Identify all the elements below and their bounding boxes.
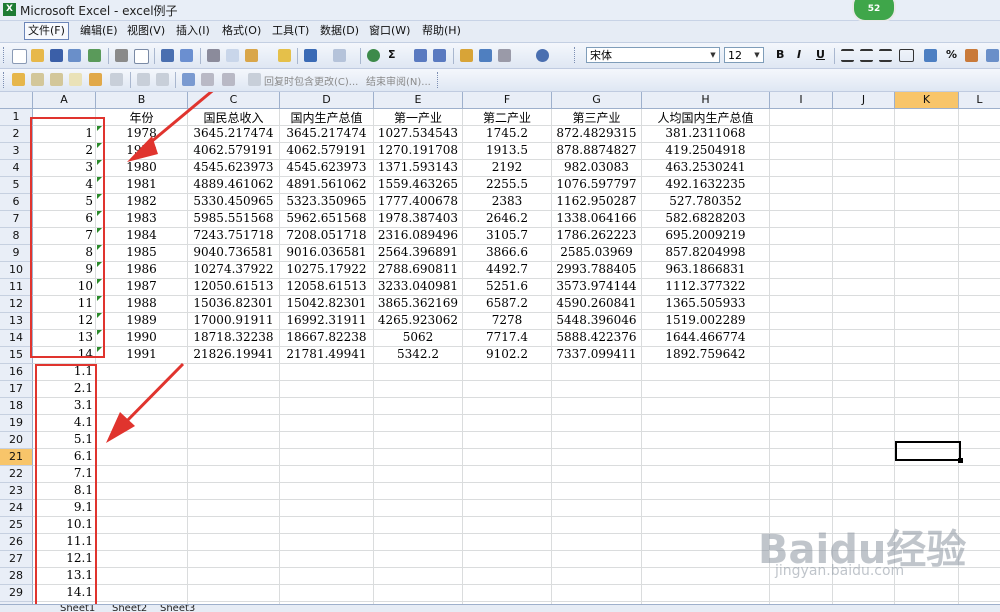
new-icon[interactable] <box>12 49 27 64</box>
excel-app-icon[interactable]: X <box>3 3 16 16</box>
toolbar-grip[interactable] <box>3 72 7 88</box>
italic-button[interactable]: I <box>797 48 801 61</box>
comma-style-icon[interactable] <box>965 49 978 62</box>
next-comment-icon[interactable] <box>50 73 63 86</box>
autosum-icon[interactable]: Σ <box>388 48 396 61</box>
separator <box>453 48 454 64</box>
separator <box>108 48 109 64</box>
research-icon[interactable] <box>180 49 193 62</box>
standard-toolbar: Σ 宋体 ▼ 12 ▼ B I U % <box>0 43 1000 69</box>
print-preview-icon[interactable] <box>134 49 149 64</box>
title-bar: X Microsoft Excel - excel例子 52 <box>0 0 1000 22</box>
spelling-icon[interactable] <box>161 49 174 62</box>
separator <box>175 72 176 88</box>
menu-file[interactable]: 文件(F) <box>24 22 69 40</box>
reply-with-changes-icon[interactable] <box>248 73 261 86</box>
reviewing-toolbar: 回复时包含更改(C)... 结束审阅(N)... <box>0 69 1000 92</box>
menu-edit[interactable]: 编辑(E) <box>77 23 121 39</box>
align-center-icon[interactable] <box>860 49 873 62</box>
percent-button[interactable]: % <box>946 48 957 61</box>
print-icon[interactable] <box>115 49 128 62</box>
new-comment-icon[interactable] <box>12 73 25 86</box>
show-all-comments-icon[interactable] <box>89 73 102 86</box>
menu-data[interactable]: 数据(D) <box>317 23 362 39</box>
separator <box>130 72 131 88</box>
window-title: Microsoft Excel - excel例子 <box>20 4 178 18</box>
separator <box>834 48 835 64</box>
separator <box>297 48 298 64</box>
chevron-down-icon[interactable]: ▼ <box>708 49 718 61</box>
help-icon[interactable] <box>536 49 549 62</box>
align-left-icon[interactable] <box>841 49 854 62</box>
send-icon[interactable] <box>201 73 214 86</box>
increase-decimal-icon[interactable] <box>986 49 999 62</box>
bold-button[interactable]: B <box>776 48 784 61</box>
redo-icon[interactable] <box>333 49 346 62</box>
menu-help[interactable]: 帮助(H) <box>419 23 464 39</box>
mail-recipient-icon[interactable] <box>182 73 195 86</box>
menu-view[interactable]: 视图(V) <box>124 23 168 39</box>
arrow-upper-line <box>144 92 214 149</box>
accept-change-icon[interactable] <box>156 73 169 86</box>
menu-format[interactable]: 格式(O) <box>219 23 264 39</box>
drawing-icon[interactable] <box>479 49 492 62</box>
format-painter-icon[interactable] <box>278 49 291 62</box>
worksheet-grid[interactable]: A B C D E F G H I J K L 1 2 3 4 5 6 7 8 9 10 11 12 1… <box>0 92 1000 604</box>
paste-icon[interactable] <box>245 49 258 62</box>
delete-comment-icon[interactable] <box>110 73 123 86</box>
chevron-down-icon[interactable]: ▼ <box>752 49 762 61</box>
separator <box>154 48 155 64</box>
menu-tools[interactable]: 工具(T) <box>269 23 312 39</box>
sort-ascending-icon[interactable] <box>414 49 427 62</box>
menu-bar: 文件(F) 编辑(E) 视图(V) 插入(I) 格式(O) 工具(T) 数据(D… <box>0 21 1000 43</box>
cut-icon[interactable] <box>207 49 220 62</box>
undo-icon[interactable] <box>304 49 317 62</box>
separator <box>200 48 201 64</box>
copy-icon[interactable] <box>226 49 239 62</box>
font-name-value: 宋体 <box>590 49 612 62</box>
notification-badge[interactable]: 52 <box>852 0 896 22</box>
hyperlink-icon[interactable] <box>367 49 380 62</box>
zoom-icon[interactable] <box>498 49 511 62</box>
open-icon[interactable] <box>31 49 44 62</box>
merge-center-icon[interactable] <box>899 49 914 62</box>
menu-insert[interactable]: 插入(I) <box>173 23 213 39</box>
email-icon[interactable] <box>88 49 101 62</box>
font-size-value: 12 <box>728 49 742 62</box>
font-name-select[interactable]: 宋体 ▼ <box>586 47 720 63</box>
arrow-lower-line <box>120 362 185 428</box>
chart-wizard-icon[interactable] <box>460 49 473 62</box>
menu-window[interactable]: 窗口(W) <box>366 23 413 39</box>
sort-descending-icon[interactable] <box>433 49 446 62</box>
permission-icon[interactable] <box>68 49 81 62</box>
watermark-url: jingyan.baidu.com <box>775 563 905 579</box>
font-size-select[interactable]: 12 ▼ <box>724 47 764 63</box>
reply-icon[interactable] <box>222 73 235 86</box>
reply-with-changes-button[interactable]: 回复时包含更改(C)... <box>264 73 358 88</box>
toolbar-grip[interactable] <box>3 47 7 63</box>
end-review-button[interactable]: 结束审阅(N)... <box>366 73 431 88</box>
separator <box>360 48 361 64</box>
toolbar-grip[interactable] <box>574 47 578 63</box>
previous-comment-icon[interactable] <box>31 73 44 86</box>
currency-icon[interactable] <box>924 49 937 62</box>
show-comment-icon[interactable] <box>69 73 82 86</box>
save-icon[interactable] <box>50 49 63 62</box>
track-changes-icon[interactable] <box>137 73 150 86</box>
align-right-icon[interactable] <box>879 49 892 62</box>
underline-button[interactable]: U <box>816 48 825 61</box>
toolbar-options-icon[interactable] <box>437 72 441 88</box>
